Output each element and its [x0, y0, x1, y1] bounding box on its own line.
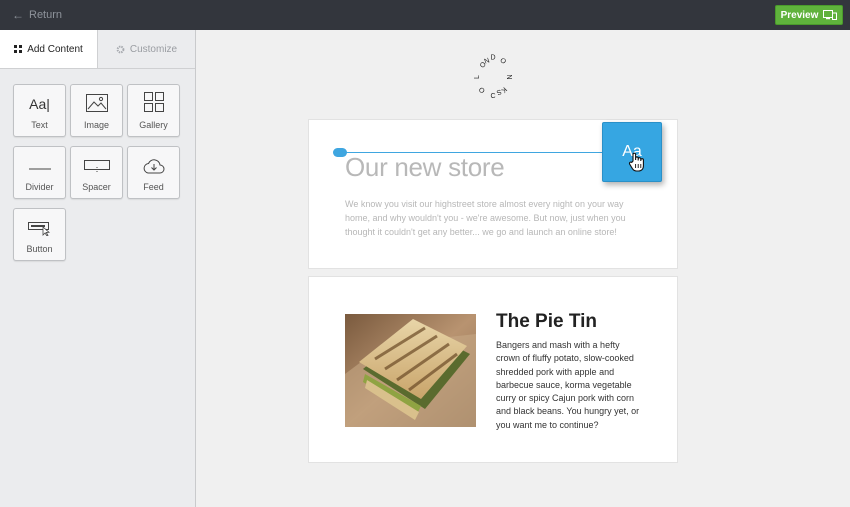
tile-feed[interactable]: Feed [127, 146, 180, 199]
tile-image[interactable]: Image [70, 84, 123, 137]
tile-label: Gallery [139, 120, 168, 130]
headline: Our new store [345, 152, 505, 182]
arrow-left-icon: ← [12, 8, 24, 22]
svg-text:C: C [490, 93, 495, 100]
tile-label: Button [26, 244, 53, 254]
tile-button[interactable]: Button [13, 208, 66, 261]
tab-customize-label: Customize [129, 43, 178, 55]
svg-text:D: D [490, 55, 495, 62]
london-docks-logo: D O N K C O L O S N [474, 55, 512, 101]
devices-icon [823, 10, 838, 20]
svg-text:S: S [495, 87, 502, 95]
tile-label: Feed [143, 182, 164, 192]
image-icon [85, 94, 108, 112]
svg-text:L: L [474, 75, 481, 79]
return-label: Return [29, 9, 63, 21]
spacer-icon [83, 160, 110, 173]
sidebar-tabs: Add Content Customize [0, 30, 195, 69]
tile-text[interactable]: Aa| Text [13, 84, 66, 137]
tile-gallery[interactable]: Gallery [127, 84, 180, 137]
divider-icon [28, 168, 51, 170]
editor-canvas: D O N K C O L O S N Our new store We kno… [197, 30, 850, 507]
tab-add-content-label: Add Content [27, 43, 83, 55]
gear-icon [116, 45, 125, 53]
content-tiles: Aa| Text Image Gallery Divider Spacer Fe… [13, 84, 180, 261]
grid-icon [14, 45, 23, 53]
tile-label: Text [31, 120, 48, 130]
top-bar: ← Return Preview [0, 0, 850, 30]
return-link[interactable]: ← Return [12, 8, 62, 22]
tile-divider[interactable]: Divider [13, 146, 66, 199]
intro-text: We know you visit our highstreet store a… [345, 199, 626, 237]
preview-label: Preview [780, 9, 819, 21]
tile-label: Image [83, 120, 109, 130]
feature-description: Bangers and mash with a hefty crown of f… [496, 340, 640, 430]
sandwich-photo [345, 314, 476, 427]
cloud-download-icon [143, 159, 164, 174]
feature-block[interactable]: The Pie Tin Bangers and mash with a heft… [308, 276, 678, 463]
button-cursor-icon [27, 222, 50, 236]
tile-spacer[interactable]: Spacer [70, 146, 123, 199]
hand-cursor-icon [628, 152, 644, 172]
feature-title: The Pie Tin [496, 311, 598, 332]
gallery-icon [143, 92, 164, 112]
text-icon: Aa| [29, 96, 50, 112]
svg-text:O: O [478, 85, 487, 94]
svg-text:O: O [498, 57, 507, 66]
tab-customize[interactable]: Customize [98, 30, 195, 68]
tile-label: Divider [25, 182, 54, 192]
tab-add-content[interactable]: Add Content [0, 30, 98, 68]
preview-button[interactable]: Preview [775, 5, 843, 25]
sidebar: Add Content Customize Aa| Text Image Gal… [0, 30, 196, 507]
svg-text:N: N [505, 74, 512, 79]
tile-label: Spacer [82, 182, 111, 192]
